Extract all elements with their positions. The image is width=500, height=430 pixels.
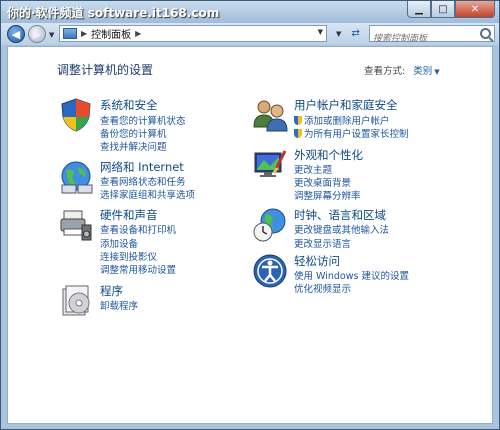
- category-title-programs[interactable]: 程序: [100, 283, 123, 299]
- link-view-network-status[interactable]: 查看网络状态和任务: [100, 174, 186, 188]
- navigation-bar: ◀ ▶ ▼ ▶ 控制面板 ▶ ▼ ▼ ⇄: [1, 23, 499, 46]
- arrow-left-icon: ◀: [11, 27, 21, 41]
- maximize-button[interactable]: □: [431, 1, 455, 18]
- link-windows-recommended-settings[interactable]: 使用 Windows 建议的设置: [294, 268, 409, 282]
- link-parental-controls[interactable]: 为所有用户设置家长控制: [294, 126, 409, 140]
- main-content: 调整计算机的设置 查看方式: 类别 ▼ 系统和安全 查看您的计算机状态 备份您的计算…: [7, 46, 493, 424]
- minimize-icon: ▁: [415, 3, 423, 15]
- maximize-icon: □: [438, 3, 448, 15]
- hardware-sound-icon[interactable]: [58, 207, 94, 243]
- category-title-ease-of-access[interactable]: 轻松访问: [294, 253, 340, 269]
- link-add-device[interactable]: 添加设备: [100, 236, 138, 250]
- network-internet-icon[interactable]: [58, 159, 94, 195]
- address-history-icon[interactable]: ▼: [336, 30, 341, 38]
- category-title-appearance[interactable]: 外观和个性化: [294, 147, 363, 163]
- link-adjust-resolution[interactable]: 调整屏幕分辨率: [294, 188, 361, 202]
- ease-of-access-icon[interactable]: [252, 253, 288, 289]
- link-connect-projector[interactable]: 连接到投影仪: [100, 249, 157, 263]
- link-mobility-settings[interactable]: 调整常用移动设置: [100, 262, 176, 276]
- arrow-right-icon: ▶: [32, 27, 42, 41]
- category-title-clock-language-region[interactable]: 时钟、语言和区域: [294, 207, 386, 223]
- breadcrumb-chevron-icon[interactable]: ▶: [81, 29, 87, 38]
- address-bar[interactable]: ▶ 控制面板 ▶ ▼: [59, 25, 327, 42]
- back-button[interactable]: ◀: [7, 25, 25, 43]
- programs-icon[interactable]: [58, 283, 94, 319]
- system-security-icon[interactable]: [58, 97, 94, 133]
- link-view-computer-status[interactable]: 查看您的计算机状态: [100, 113, 186, 127]
- title-bar[interactable]: 你的·软件频道 software.it168.com ▁ □ ✕: [1, 1, 499, 23]
- history-dropdown-icon[interactable]: ▼: [49, 31, 54, 39]
- link-change-keyboard-input[interactable]: 更改键盘或其他输入法: [294, 222, 389, 236]
- uac-shield-icon: [294, 129, 302, 138]
- control-panel-icon: [63, 28, 77, 39]
- link-change-display-language[interactable]: 更改显示语言: [294, 236, 351, 250]
- category-title-network-internet[interactable]: 网络和 Internet: [100, 159, 184, 175]
- category-title-system-security[interactable]: 系统和安全: [100, 97, 158, 113]
- minimize-button[interactable]: ▁: [407, 1, 431, 18]
- close-icon: ✕: [470, 3, 480, 15]
- close-button[interactable]: ✕: [455, 1, 495, 18]
- breadcrumb-control-panel[interactable]: 控制面板: [91, 26, 131, 41]
- search-box[interactable]: [369, 25, 495, 46]
- search-icon[interactable]: [480, 28, 491, 39]
- window-controls: ▁ □ ✕: [407, 1, 495, 19]
- chevron-down-icon[interactable]: ▼: [434, 68, 439, 76]
- view-mode: 查看方式: 类别 ▼: [364, 63, 440, 77]
- view-mode-dropdown[interactable]: 类别: [413, 66, 432, 77]
- refresh-group: ▼ ⇄: [331, 25, 365, 42]
- breadcrumb-chevron-icon[interactable]: ▶: [135, 29, 141, 38]
- link-optimize-visual-display[interactable]: 优化视频显示: [294, 281, 351, 295]
- address-dropdown-icon[interactable]: ▼: [318, 28, 323, 36]
- appearance-icon[interactable]: [252, 147, 288, 183]
- uac-shield-icon: [294, 116, 302, 125]
- refresh-icon[interactable]: ⇄: [352, 28, 360, 39]
- link-uninstall-program[interactable]: 卸载程序: [100, 298, 138, 312]
- link-change-theme[interactable]: 更改主题: [294, 162, 332, 176]
- link-change-desktop-background[interactable]: 更改桌面背景: [294, 175, 351, 189]
- link-homegroup-sharing[interactable]: 选择家庭组和共享选项: [100, 187, 195, 201]
- watermark-text: 你的·软件频道 software.it168.com: [7, 6, 220, 20]
- category-title-hardware-sound[interactable]: 硬件和声音: [100, 207, 158, 223]
- link-add-remove-accounts[interactable]: 添加或删除用户帐户: [294, 113, 390, 127]
- user-accounts-icon[interactable]: [252, 97, 288, 133]
- forward-button[interactable]: ▶: [28, 25, 46, 43]
- page-title: 调整计算机的设置: [57, 63, 154, 77]
- link-troubleshoot[interactable]: 查找并解决问题: [100, 139, 167, 153]
- category-title-user-accounts[interactable]: 用户帐户和家庭安全: [294, 97, 398, 113]
- clock-language-region-icon[interactable]: [252, 207, 288, 243]
- link-devices-printers[interactable]: 查看设备和打印机: [100, 222, 176, 236]
- link-parental-controls-label: 为所有用户设置家长控制: [304, 129, 409, 140]
- view-mode-label: 查看方式:: [364, 66, 406, 77]
- search-input[interactable]: [370, 32, 473, 46]
- control-panel-window: 你的·软件频道 software.it168.com ▁ □ ✕ ◀ ▶ ▼ ▶…: [0, 0, 500, 430]
- link-backup-computer[interactable]: 备份您的计算机: [100, 126, 167, 140]
